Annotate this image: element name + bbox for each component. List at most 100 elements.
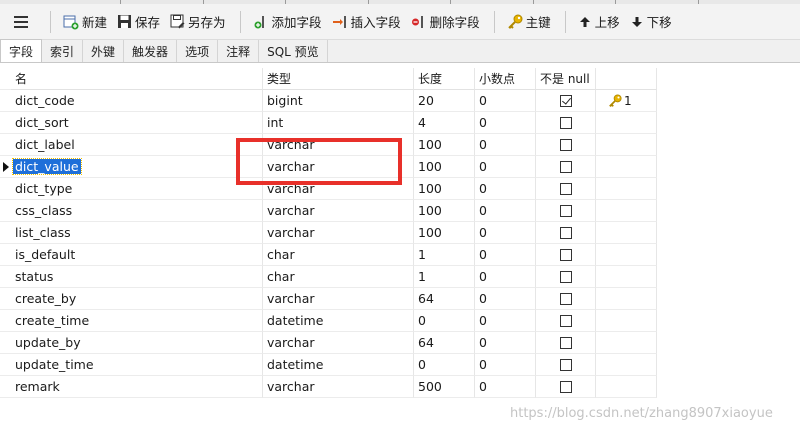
table-row[interactable]: update_time datetime 0 0 bbox=[0, 354, 657, 376]
field-name-cell[interactable]: dict_sort bbox=[11, 112, 263, 134]
key-cell[interactable] bbox=[596, 112, 657, 134]
column-header-key[interactable] bbox=[596, 68, 657, 90]
key-cell[interactable] bbox=[596, 244, 657, 266]
table-row[interactable]: dict_value varchar 100 0 bbox=[0, 156, 657, 178]
field-type-cell[interactable]: varchar bbox=[263, 156, 414, 178]
add-field-button[interactable]: 添加字段 bbox=[249, 9, 326, 35]
field-decimals-cell[interactable]: 0 bbox=[475, 200, 536, 222]
move-down-button[interactable]: 下移 bbox=[626, 9, 676, 35]
not-null-checkbox[interactable] bbox=[559, 94, 572, 107]
field-name-cell[interactable]: update_time bbox=[11, 354, 263, 376]
field-length-cell[interactable]: 0 bbox=[414, 310, 475, 332]
field-name-cell[interactable]: dict_value bbox=[11, 156, 263, 178]
not-null-checkbox[interactable] bbox=[559, 358, 572, 371]
table-row[interactable]: dict_sort int 4 0 bbox=[0, 112, 657, 134]
key-cell[interactable] bbox=[596, 288, 657, 310]
field-decimals-cell[interactable]: 0 bbox=[475, 244, 536, 266]
field-decimals-cell[interactable]: 0 bbox=[475, 178, 536, 200]
field-length-cell[interactable]: 1 bbox=[414, 266, 475, 288]
field-length-cell[interactable]: 20 bbox=[414, 90, 475, 112]
field-length-cell[interactable]: 100 bbox=[414, 156, 475, 178]
field-length-cell[interactable]: 100 bbox=[414, 222, 475, 244]
table-row[interactable]: list_class varchar 100 0 bbox=[0, 222, 657, 244]
field-decimals-cell[interactable]: 0 bbox=[475, 156, 536, 178]
field-name-cell[interactable]: dict_label bbox=[11, 134, 263, 156]
field-type-cell[interactable]: char bbox=[263, 244, 414, 266]
field-name-cell[interactable]: create_by bbox=[11, 288, 263, 310]
primary-key-button[interactable]: 主键 bbox=[503, 9, 555, 35]
table-row[interactable]: update_by varchar 64 0 bbox=[0, 332, 657, 354]
field-length-cell[interactable]: 500 bbox=[414, 376, 475, 398]
field-length-cell[interactable]: 64 bbox=[414, 288, 475, 310]
field-type-cell[interactable]: varchar bbox=[263, 200, 414, 222]
field-length-cell[interactable]: 64 bbox=[414, 332, 475, 354]
field-name-cell[interactable]: is_default bbox=[11, 244, 263, 266]
tab-sql-preview[interactable]: SQL 预览 bbox=[259, 40, 328, 62]
field-type-cell[interactable]: varchar bbox=[263, 376, 414, 398]
field-type-cell[interactable]: bigint bbox=[263, 90, 414, 112]
field-decimals-cell[interactable]: 0 bbox=[475, 332, 536, 354]
table-row[interactable]: remark varchar 500 0 bbox=[0, 376, 657, 398]
column-header-decimals[interactable]: 小数点 bbox=[475, 68, 536, 90]
tab-triggers[interactable]: 触发器 bbox=[124, 40, 178, 62]
new-button[interactable]: 新建 bbox=[59, 9, 111, 35]
table-row[interactable]: status char 1 0 bbox=[0, 266, 657, 288]
tab-comment[interactable]: 注释 bbox=[218, 40, 260, 62]
tab-foreign-keys[interactable]: 外键 bbox=[83, 40, 125, 62]
table-row[interactable]: create_time datetime 0 0 bbox=[0, 310, 657, 332]
table-row[interactable]: is_default char 1 0 bbox=[0, 244, 657, 266]
field-name-cell[interactable]: update_by bbox=[11, 332, 263, 354]
field-decimals-cell[interactable]: 0 bbox=[475, 266, 536, 288]
key-cell[interactable] bbox=[596, 156, 657, 178]
not-null-checkbox[interactable] bbox=[559, 182, 572, 195]
field-type-cell[interactable]: int bbox=[263, 112, 414, 134]
field-name-cell[interactable]: dict_type bbox=[11, 178, 263, 200]
menu-button[interactable] bbox=[0, 7, 42, 37]
not-null-checkbox[interactable] bbox=[559, 248, 572, 261]
field-length-cell[interactable]: 1 bbox=[414, 244, 475, 266]
field-decimals-cell[interactable]: 0 bbox=[475, 222, 536, 244]
not-null-checkbox[interactable] bbox=[559, 270, 572, 283]
field-decimals-cell[interactable]: 0 bbox=[475, 376, 536, 398]
column-header-type[interactable]: 类型 bbox=[263, 68, 414, 90]
field-length-cell[interactable]: 0 bbox=[414, 354, 475, 376]
key-cell[interactable] bbox=[596, 332, 657, 354]
tab-fields[interactable]: 字段 bbox=[0, 39, 43, 62]
table-row[interactable]: dict_label varchar 100 0 bbox=[0, 134, 657, 156]
field-type-cell[interactable]: datetime bbox=[263, 310, 414, 332]
not-null-checkbox[interactable] bbox=[559, 226, 572, 239]
table-row[interactable]: create_by varchar 64 0 bbox=[0, 288, 657, 310]
column-header-not-null[interactable]: 不是 null bbox=[536, 68, 596, 90]
tab-options[interactable]: 选项 bbox=[177, 40, 219, 62]
field-decimals-cell[interactable]: 0 bbox=[475, 112, 536, 134]
key-cell[interactable] bbox=[596, 354, 657, 376]
tab-indexes[interactable]: 索引 bbox=[42, 40, 84, 62]
save-button[interactable]: 保存 bbox=[113, 9, 164, 35]
not-null-checkbox[interactable] bbox=[559, 336, 572, 349]
not-null-checkbox[interactable] bbox=[559, 314, 572, 327]
key-cell[interactable] bbox=[596, 178, 657, 200]
key-cell[interactable] bbox=[596, 310, 657, 332]
field-name-cell[interactable]: css_class bbox=[11, 200, 263, 222]
field-type-cell[interactable]: varchar bbox=[263, 332, 414, 354]
field-type-cell[interactable]: varchar bbox=[263, 222, 414, 244]
field-length-cell[interactable]: 4 bbox=[414, 112, 475, 134]
field-name-cell[interactable]: dict_code bbox=[11, 90, 263, 112]
key-cell[interactable]: 1 bbox=[596, 90, 657, 112]
not-null-checkbox[interactable] bbox=[559, 116, 572, 129]
insert-field-button[interactable]: 插入字段 bbox=[328, 9, 405, 35]
field-length-cell[interactable]: 100 bbox=[414, 134, 475, 156]
not-null-checkbox[interactable] bbox=[559, 292, 572, 305]
field-type-cell[interactable]: varchar bbox=[263, 134, 414, 156]
key-cell[interactable] bbox=[596, 200, 657, 222]
table-row[interactable]: dict_type varchar 100 0 bbox=[0, 178, 657, 200]
field-name-cell[interactable]: status bbox=[11, 266, 263, 288]
field-type-cell[interactable]: varchar bbox=[263, 288, 414, 310]
column-header-name[interactable]: 名 bbox=[11, 68, 263, 90]
not-null-checkbox[interactable] bbox=[559, 380, 572, 393]
column-header-length[interactable]: 长度 bbox=[414, 68, 475, 90]
move-up-button[interactable]: 上移 bbox=[574, 9, 624, 35]
not-null-checkbox[interactable] bbox=[559, 138, 572, 151]
key-cell[interactable] bbox=[596, 134, 657, 156]
field-length-cell[interactable]: 100 bbox=[414, 178, 475, 200]
